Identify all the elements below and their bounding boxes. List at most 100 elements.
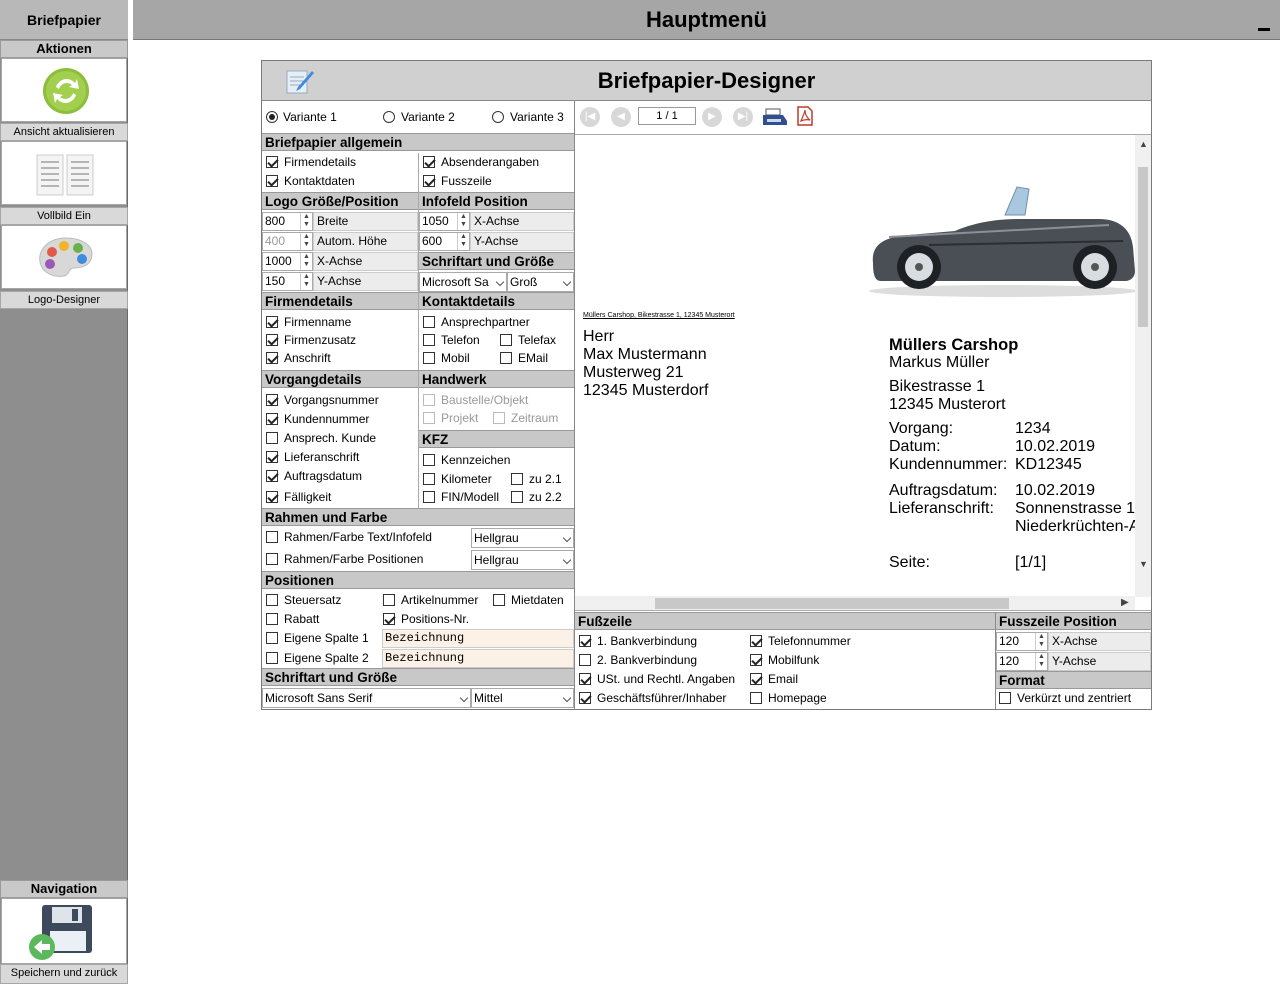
to-2-1[interactable]: zu 2.1	[509, 470, 574, 489]
rental-data[interactable]: Mietdaten	[491, 591, 574, 610]
size-bottom-select[interactable]: Mittel	[471, 688, 574, 708]
footer-y-stepper[interactable]: 120 ▲ ▼	[996, 652, 1048, 671]
print-icon[interactable]	[762, 107, 788, 127]
due-date[interactable]: Fälligkeit	[263, 488, 418, 507]
timespan[interactable]: Zeitraum	[491, 409, 574, 428]
next-page-button[interactable]: ▶	[702, 107, 722, 127]
frame-text-color-select[interactable]: Hellgrau	[471, 528, 574, 548]
label: 2. Bankverbindung	[597, 653, 698, 667]
tax-legal-info[interactable]: USt. und Rechtl. Angaben	[576, 670, 746, 689]
pdf-icon[interactable]	[796, 106, 814, 126]
horizontal-scroll-thumb[interactable]	[655, 598, 1009, 609]
divider	[418, 153, 419, 508]
custom-column-1-input[interactable]: Bezeichnung	[382, 629, 574, 648]
general-sender-info[interactable]: Absenderangaben	[420, 153, 574, 172]
customer-contact[interactable]: Ansprech. Kunde	[263, 429, 418, 448]
scroll-down-icon[interactable]: ▼	[1139, 559, 1148, 569]
top-bar: Hauptmenü	[133, 0, 1280, 40]
variant-2-label[interactable]: Variante 2	[401, 108, 455, 127]
order-date[interactable]: Auftragsdatum	[263, 467, 418, 486]
label: Email	[768, 672, 799, 686]
fin-model[interactable]: FIN/Modell	[420, 488, 508, 507]
font-top-select[interactable]: Microsoft Sa	[419, 272, 507, 292]
logo-width-stepper[interactable]: 800 ▲ ▼	[262, 212, 313, 231]
variant-1-radio[interactable]	[266, 111, 278, 123]
fullscreen-button[interactable]	[1, 141, 127, 205]
shortened-centered[interactable]: Verkürzt und zentriert	[996, 689, 1151, 708]
refresh-view-button[interactable]	[1, 58, 127, 122]
main-menu-title: Hauptmenü	[646, 7, 767, 32]
license-plate[interactable]: Kennzeichen	[420, 451, 574, 470]
info-value: 10.02.2019	[1015, 438, 1096, 455]
first-page-button[interactable]: |◀	[580, 107, 600, 127]
custom-column-2[interactable]: Eigene Spalte 2	[263, 649, 381, 668]
customer-number[interactable]: Kundennummer	[263, 410, 418, 429]
refresh-view-label[interactable]: Ansicht aktualisieren	[0, 123, 128, 141]
vertical-scrollbar[interactable]: ▲ ▼	[1135, 135, 1151, 597]
contact-mobile[interactable]: Mobil	[420, 349, 498, 368]
construction-site[interactable]: Baustelle/Objekt	[420, 391, 574, 410]
article-number[interactable]: Artikelnummer	[381, 591, 489, 610]
custom-column-1[interactable]: Eigene Spalte 1	[263, 629, 381, 648]
general-contact-data[interactable]: Kontaktdaten	[263, 172, 419, 191]
frame-positions[interactable]: Rahmen/Farbe Positionen	[263, 550, 471, 569]
logo-designer-label[interactable]: Logo-Designer	[0, 291, 128, 309]
save-and-back-button[interactable]	[1, 898, 127, 964]
label: Geschäftsführer/Inhaber	[597, 691, 727, 705]
vertical-scroll-thumb[interactable]	[1138, 167, 1148, 327]
bank-2[interactable]: 2. Bankverbindung	[576, 651, 746, 670]
company-name[interactable]: Firmenname	[263, 313, 418, 332]
frame-positions-color-select[interactable]: Hellgrau	[471, 550, 574, 570]
contact-fax[interactable]: Telefax	[498, 331, 574, 350]
prev-page-button[interactable]: ◀	[611, 107, 631, 127]
bank-1[interactable]: 1. Bankverbindung	[576, 632, 746, 651]
company-address[interactable]: Anschrift	[263, 349, 418, 368]
label: Firmendetails	[284, 155, 357, 169]
contact-phone[interactable]: Telefon	[420, 331, 498, 350]
minimize-button[interactable]	[1258, 28, 1270, 31]
transaction-number[interactable]: Vorgangsnummer	[263, 391, 418, 410]
discount[interactable]: Rabatt	[263, 610, 381, 629]
mobile-phone[interactable]: Mobilfunk	[747, 651, 995, 670]
logo-designer-button[interactable]	[1, 225, 127, 289]
variant-1-label[interactable]: Variante 1	[283, 108, 337, 127]
save-and-back-label[interactable]: Speichern und zurück	[0, 964, 128, 984]
contact-person[interactable]: Ansprechpartner	[420, 313, 574, 332]
infofield-x-stepper[interactable]: 1050 ▲ ▼	[419, 212, 470, 231]
logo-height-stepper[interactable]: 400 ▲ ▼	[262, 232, 313, 251]
general-company-details[interactable]: Firmendetails	[263, 153, 419, 172]
phone-number[interactable]: Telefonnummer	[747, 632, 995, 651]
mileage[interactable]: Kilometer	[420, 470, 508, 489]
section-infofield: Infofeld Position	[419, 192, 574, 210]
infofield-y-stepper[interactable]: 600 ▲ ▼	[419, 232, 470, 251]
label: Rahmen/Farbe Text/Infofeld	[284, 530, 432, 544]
homepage[interactable]: Homepage	[747, 689, 995, 708]
page-indicator[interactable]: 1 / 1	[638, 107, 696, 125]
scroll-right-icon[interactable]: ▶	[1121, 597, 1129, 608]
size-top-select[interactable]: Groß	[507, 272, 574, 292]
variant-3-radio[interactable]	[492, 111, 504, 123]
tax-rate[interactable]: Steuersatz	[263, 591, 381, 610]
custom-column-2-input[interactable]: Bezeichnung	[382, 649, 574, 668]
last-page-button[interactable]: ▶|	[733, 107, 753, 127]
to-2-2[interactable]: zu 2.2	[509, 488, 574, 507]
variant-2-radio[interactable]	[383, 111, 395, 123]
project[interactable]: Projekt	[420, 409, 498, 428]
contact-email[interactable]: EMail	[498, 349, 574, 368]
fullscreen-label[interactable]: Vollbild Ein	[0, 207, 128, 225]
font-bottom-select[interactable]: Microsoft Sans Serif	[262, 688, 471, 708]
scroll-up-icon[interactable]: ▲	[1139, 139, 1148, 149]
managing-director[interactable]: Geschäftsführer/Inhaber	[576, 689, 746, 708]
company-addition[interactable]: Firmenzusatz	[263, 331, 418, 350]
variant-3-label[interactable]: Variante 3	[510, 108, 564, 127]
delivery-address[interactable]: Lieferanschrift	[263, 448, 418, 467]
horizontal-scrollbar[interactable]: ▶	[575, 596, 1135, 610]
frame-text-infofield[interactable]: Rahmen/Farbe Text/Infofeld	[263, 528, 471, 547]
position-number[interactable]: Positions-Nr.	[381, 610, 574, 629]
value: 1000	[265, 254, 292, 268]
logo-y-stepper[interactable]: 150 ▲ ▼	[262, 272, 313, 291]
general-footer[interactable]: Fusszeile	[420, 172, 574, 191]
footer-x-stepper[interactable]: 120 ▲ ▼	[996, 632, 1048, 651]
logo-x-stepper[interactable]: 1000 ▲ ▼	[262, 252, 313, 271]
email[interactable]: Email	[747, 670, 995, 689]
